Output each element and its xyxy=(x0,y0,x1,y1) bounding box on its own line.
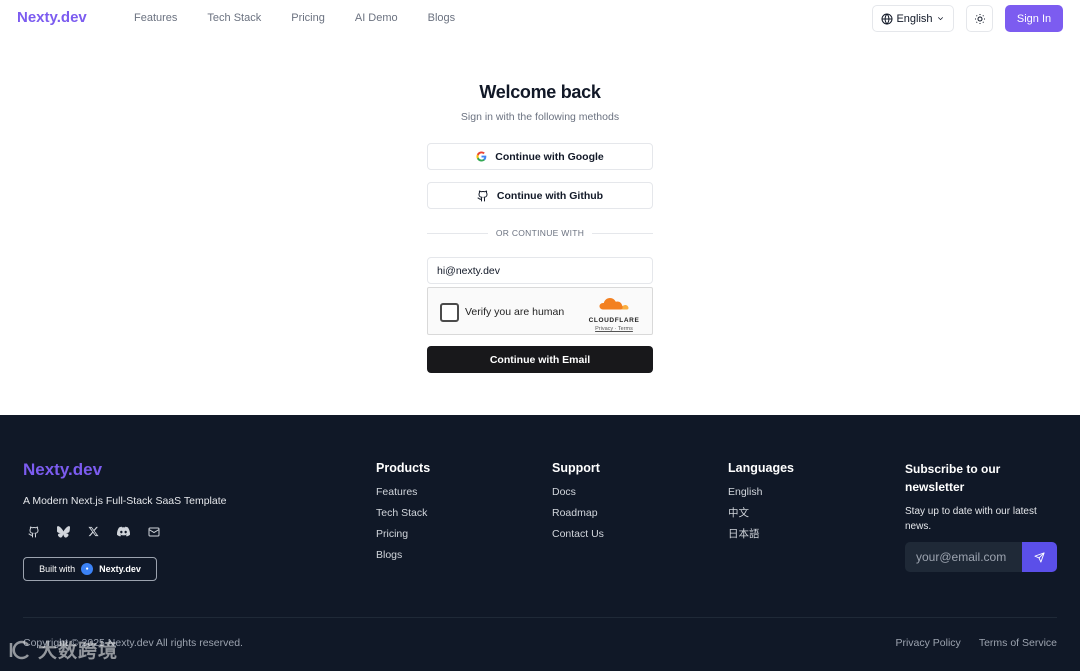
sign-in-button[interactable]: Sign In xyxy=(1005,5,1063,32)
newsletter-section: Subscribe to our newsletter Stay up to d… xyxy=(905,460,1060,534)
footer-link-pricing[interactable]: Pricing xyxy=(376,528,430,541)
nav-ai-demo[interactable]: AI Demo xyxy=(355,12,398,24)
cloudflare-cloud-icon xyxy=(599,298,629,310)
email-input[interactable] xyxy=(427,257,653,284)
nav-blogs[interactable]: Blogs xyxy=(428,12,456,24)
newsletter-submit-button[interactable] xyxy=(1022,542,1057,572)
footer-link-docs[interactable]: Docs xyxy=(552,486,604,499)
globe-icon xyxy=(881,13,893,25)
support-heading: Support xyxy=(552,461,600,475)
footer-link-roadmap[interactable]: Roadmap xyxy=(552,507,604,520)
site-footer: Nexty.dev A Modern Next.js Full-Stack Sa… xyxy=(0,415,1080,671)
social-links xyxy=(27,525,160,538)
languages-heading: Languages xyxy=(728,461,794,475)
discord-icon[interactable] xyxy=(117,525,130,538)
footer-link-features[interactable]: Features xyxy=(376,486,430,499)
newsletter-heading: Subscribe to our newsletter xyxy=(905,462,1001,494)
language-selector[interactable]: English xyxy=(872,5,954,32)
github-signin-button[interactable]: Continue with Github xyxy=(427,182,653,209)
footer-logo[interactable]: Nexty.dev xyxy=(23,460,102,480)
footer-link-blogs[interactable]: Blogs xyxy=(376,549,430,562)
watermark-logo-icon xyxy=(9,640,29,659)
footer-link-chinese[interactable]: 中文 xyxy=(728,507,794,520)
google-button-label: Continue with Google xyxy=(495,150,604,163)
captcha-label: Verify you are human xyxy=(465,306,565,318)
language-label: English xyxy=(896,12,933,25)
cloudflare-captcha: Verify you are human CLOUDFLARE Privacy … xyxy=(427,287,653,335)
sun-icon xyxy=(974,13,985,24)
page-subtitle: Sign in with the following methods xyxy=(460,111,620,123)
chevron-down-icon xyxy=(937,17,943,21)
github-icon[interactable] xyxy=(27,525,40,538)
newsletter-description: Stay up to date with our latest news. xyxy=(905,506,1037,532)
cloudflare-wordmark: CLOUDFLARE xyxy=(588,317,640,324)
built-with-label: Built with xyxy=(39,564,76,574)
privacy-policy-link[interactable]: Privacy Policy xyxy=(895,637,960,649)
watermark: 大数跨境 xyxy=(8,636,118,663)
captcha-privacy-terms-links[interactable]: Privacy · Terms xyxy=(585,326,643,332)
footer-link-contact-us[interactable]: Contact Us xyxy=(552,528,604,541)
google-signin-button[interactable]: Continue with Google xyxy=(427,143,653,170)
main-nav: Features Tech Stack Pricing AI Demo Blog… xyxy=(134,12,485,24)
mail-icon[interactable] xyxy=(147,525,160,538)
or-divider: OR CONTINUE WITH xyxy=(427,227,654,239)
newsletter-email-input[interactable]: your@email.com xyxy=(905,542,1022,572)
divider-line-right xyxy=(592,232,654,234)
nav-features[interactable]: Features xyxy=(134,12,177,24)
watermark-text: 大数跨境 xyxy=(38,641,119,662)
terms-of-service-link[interactable]: Terms of Service xyxy=(979,637,1057,649)
nav-pricing[interactable]: Pricing xyxy=(291,12,325,24)
send-icon xyxy=(1034,551,1045,563)
bluesky-icon[interactable] xyxy=(57,525,70,538)
site-logo[interactable]: Nexty.dev xyxy=(17,9,87,26)
cloudflare-logo: CLOUDFLARE Privacy · Terms xyxy=(585,296,643,332)
github-icon xyxy=(477,190,488,201)
theme-toggle-button[interactable] xyxy=(966,5,993,32)
built-with-badge[interactable]: Built with ● Nexty.dev xyxy=(23,557,157,581)
nexty-badge-icon: ● xyxy=(81,563,94,575)
footer-languages-column: Languages English 中文 日本語 xyxy=(728,461,794,549)
nav-tech-stack[interactable]: Tech Stack xyxy=(207,12,261,24)
footer-divider xyxy=(23,617,1057,618)
legal-links: Privacy Policy Terms of Service xyxy=(895,637,1057,649)
newsletter-form: your@email.com xyxy=(905,542,1057,572)
divider-label: OR CONTINUE WITH xyxy=(495,228,585,238)
page-title: Welcome back xyxy=(479,82,601,102)
footer-support-column: Support Docs Roadmap Contact Us xyxy=(552,461,604,549)
google-icon xyxy=(476,151,487,162)
github-button-label: Continue with Github xyxy=(496,189,604,202)
site-header: Nexty.dev Features Tech Stack Pricing AI… xyxy=(0,0,1080,38)
footer-products-column: Products Features Tech Stack Pricing Blo… xyxy=(376,461,430,570)
captcha-checkbox[interactable] xyxy=(440,303,459,322)
footer-tagline: A Modern Next.js Full-Stack SaaS Templat… xyxy=(23,495,227,507)
products-heading: Products xyxy=(376,461,431,475)
built-with-brand: Nexty.dev xyxy=(99,564,141,574)
x-twitter-icon[interactable] xyxy=(87,525,100,538)
continue-with-email-button[interactable]: Continue with Email xyxy=(427,346,653,373)
footer-link-tech-stack[interactable]: Tech Stack xyxy=(376,507,430,520)
footer-link-japanese[interactable]: 日本語 xyxy=(728,528,794,541)
divider-line-left xyxy=(427,232,488,234)
footer-link-english[interactable]: English xyxy=(728,486,794,499)
